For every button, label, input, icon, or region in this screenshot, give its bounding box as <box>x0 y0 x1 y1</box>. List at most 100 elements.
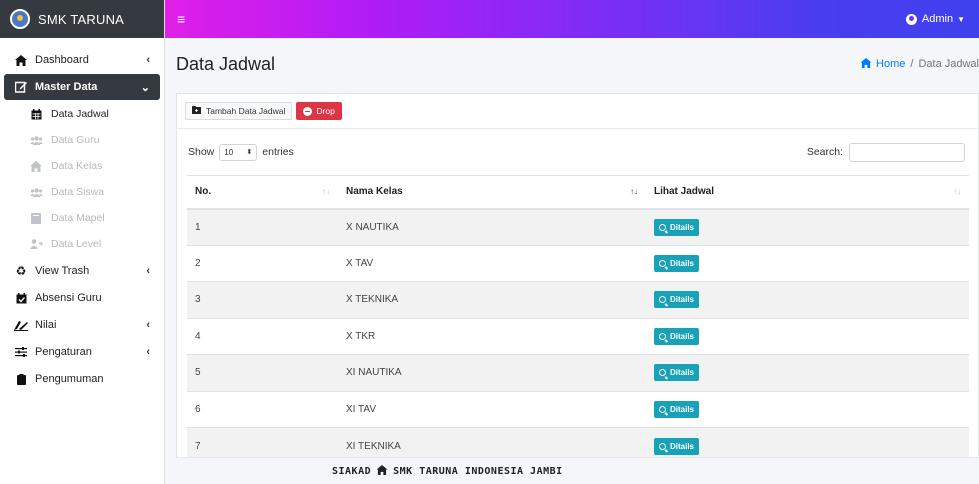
sidebar-item-dashboard[interactable]: Dashboard ‹ <box>4 47 160 73</box>
cell-no: 6 <box>187 390 338 428</box>
sidebar-item-pengaturan[interactable]: Pengaturan ‹ <box>4 339 160 365</box>
cell-lihat-jadwal: Ditails <box>646 427 969 457</box>
search-plus-icon <box>659 223 666 231</box>
cell-nama-kelas: X TEKNIKA <box>338 281 646 318</box>
details-label: Ditails <box>670 295 695 305</box>
sort-arrows-icon: ⬍ <box>246 149 253 156</box>
sidebar-subitem-label: Data Siswa <box>51 186 105 198</box>
cell-no: 1 <box>187 208 338 245</box>
details-button[interactable]: Ditails <box>654 437 700 455</box>
signature-icon <box>14 320 28 331</box>
entries-select[interactable]: 10 ⬍ <box>219 143 258 161</box>
sidebar-item-label: View Trash <box>35 265 90 277</box>
drop-button[interactable]: Drop <box>296 102 342 120</box>
search-control: Search: <box>807 142 965 162</box>
sidebar: SMK TARUNA Dashboard ‹ Master Data ⌄ Dat… <box>0 0 165 484</box>
users-icon <box>29 187 43 197</box>
add-jadwal-button[interactable]: Tambah Data Jadwal <box>185 102 293 120</box>
cell-lihat-jadwal: Ditails <box>646 354 969 391</box>
sort-icon: ↑↓ <box>953 187 961 196</box>
breadcrumb-separator: / <box>910 58 914 70</box>
recycle-icon: ♻ <box>15 264 27 278</box>
details-button[interactable]: Ditails <box>654 218 700 236</box>
user-menu[interactable]: Admin ▼ <box>905 13 965 25</box>
sidebar-item-label: Absensi Guru <box>35 292 102 304</box>
cell-nama-kelas: XI NAUTIKA <box>338 354 646 391</box>
search-plus-icon <box>659 442 666 450</box>
sidebar-subitem-label: Data Level <box>51 238 102 250</box>
column-header-nama-kelas[interactable]: Nama Kelas ↑↓ <box>338 175 646 210</box>
brand-name: SMK TARUNA <box>38 11 125 27</box>
sidebar-subitem-data-mapel[interactable]: Data Mapel <box>0 205 164 231</box>
column-header-no[interactable]: No. ↑↓ <box>187 175 338 210</box>
details-button[interactable]: Ditails <box>654 364 700 382</box>
sidebar-item-master-data[interactable]: Master Data ⌄ <box>4 74 160 100</box>
details-button[interactable]: Ditails <box>654 400 700 418</box>
column-header-lihat-jadwal[interactable]: Lihat Jadwal ↑↓ <box>646 175 969 210</box>
sidebar-subitem-label: Data Jadwal <box>51 108 109 120</box>
school-icon <box>376 464 388 478</box>
hamburger-menu-icon[interactable]: ≡ <box>177 11 185 27</box>
chevron-down-icon: ⌄ <box>140 81 150 94</box>
sidebar-item-nilai[interactable]: Nilai ‹ <box>4 312 160 338</box>
jadwal-table: No. ↑↓ Nama Kelas ↑↓ Lihat Jadwal ↑↓ 1 X NA… <box>187 175 969 457</box>
sidebar-subitem-data-jadwal[interactable]: Data Jadwal <box>0 101 164 127</box>
drop-label: Drop <box>316 106 335 116</box>
brand[interactable]: SMK TARUNA <box>0 0 164 38</box>
edit-icon <box>14 81 28 93</box>
breadcrumb-home-label: Home <box>876 58 906 70</box>
table-header-row: No. ↑↓ Nama Kelas ↑↓ Lihat Jadwal ↑↓ <box>187 175 969 210</box>
sidebar-subitem-data-siswa[interactable]: Data Siswa <box>0 179 164 205</box>
cell-no: 4 <box>187 317 338 355</box>
cell-nama-kelas: X TAV <box>338 244 646 282</box>
table-row: 6 XI TAV Ditails <box>187 390 969 428</box>
details-button[interactable]: Ditails <box>654 291 700 309</box>
sidebar-subitem-data-level[interactable]: Data Level <box>0 231 164 257</box>
sidebar-subitem-data-kelas[interactable]: Data Kelas <box>0 153 164 179</box>
table-row: 3 X TEKNIKA Ditails <box>187 281 969 318</box>
show-label: Show <box>188 146 215 158</box>
sidebar-item-view-trash[interactable]: ♻ View Trash ‹ <box>4 258 160 284</box>
cell-lihat-jadwal: Ditails <box>646 390 969 428</box>
cell-no: 5 <box>187 354 338 391</box>
search-plus-icon <box>659 405 666 413</box>
details-label: Ditails <box>670 441 695 451</box>
sidebar-item-pengumuman[interactable]: Pengumuman <box>4 366 160 392</box>
chevron-left-icon: ‹ <box>146 346 150 358</box>
table-controls: Show 10 ⬍ entries Search: <box>177 129 978 175</box>
sidebar-item-absensi-guru[interactable]: Absensi Guru <box>4 285 160 311</box>
sidebar-subitem-data-guru[interactable]: Data Guru <box>0 127 164 153</box>
breadcrumb-current: Data Jadwal <box>918 58 979 70</box>
logo-icon <box>10 9 30 29</box>
cell-no: 7 <box>187 427 338 457</box>
chevron-left-icon: ‹ <box>146 319 150 331</box>
cell-nama-kelas: X TKR <box>338 317 646 355</box>
sort-asc-icon: ↑↓ <box>630 187 638 196</box>
table-row: 4 X TKR Ditails <box>187 317 969 355</box>
footer-right: SMK TARUNA INDONESIA JAMBI <box>393 465 563 477</box>
caret-down-icon: ▼ <box>957 14 965 24</box>
sidebar-item-label: Nilai <box>35 319 57 331</box>
card-header: Tambah Data Jadwal Drop <box>177 94 978 129</box>
search-input[interactable] <box>849 142 965 162</box>
table-row: 2 X TAV Ditails <box>187 244 969 282</box>
school-icon <box>29 160 43 172</box>
chevron-left-icon: ‹ <box>146 265 150 277</box>
minus-circle-icon <box>303 106 313 116</box>
user-plus-icon <box>29 239 43 249</box>
entries-control: Show 10 ⬍ entries <box>188 143 294 161</box>
calendar-check-icon <box>14 292 28 304</box>
sidebar-subitem-label: Data Guru <box>51 134 100 146</box>
entries-value: 10 <box>224 147 234 157</box>
table-row: 5 XI NAUTIKA Ditails <box>187 354 969 391</box>
page-title: Data Jadwal <box>176 53 276 74</box>
sidebar-subitem-label: Data Kelas <box>51 160 103 172</box>
sidebar-item-label: Pengaturan <box>35 346 92 358</box>
users-icon <box>29 135 43 145</box>
breadcrumb-home-link[interactable]: Home <box>860 57 906 71</box>
details-button[interactable]: Ditails <box>654 327 700 345</box>
table-row: 1 X NAUTIKA Ditails <box>187 208 969 245</box>
content-header: Data Jadwal Home / Data Jadwal <box>165 38 979 90</box>
details-button[interactable]: Ditails <box>654 254 700 272</box>
clipboard-icon <box>14 373 28 385</box>
